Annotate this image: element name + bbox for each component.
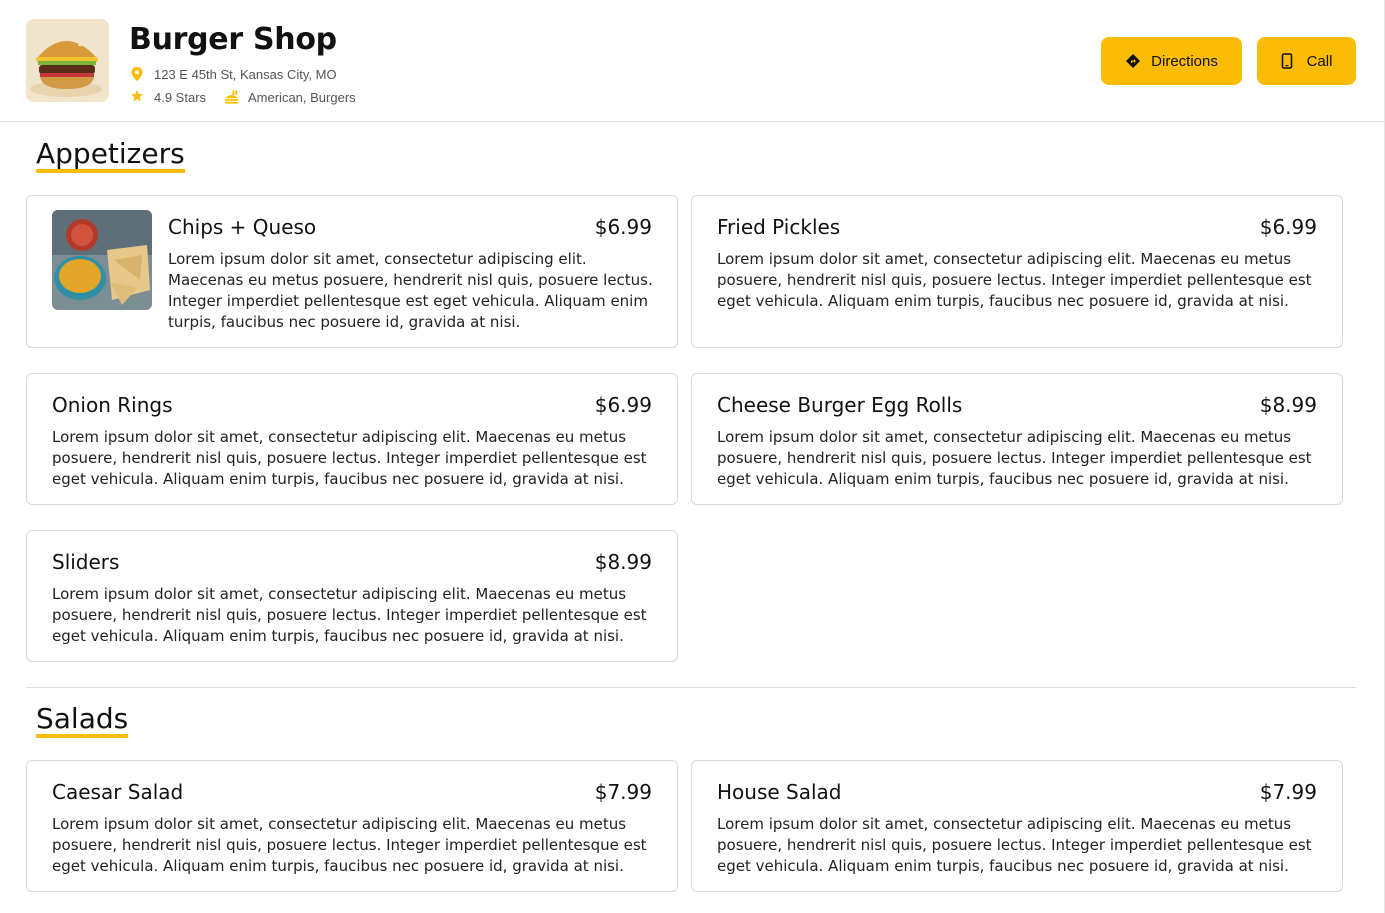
- shop-logo: [26, 19, 109, 102]
- shop-header: Burger Shop 123 E 45th St, Kansas City, …: [0, 0, 1385, 122]
- item-price: $8.99: [1259, 393, 1317, 417]
- shop-address: 123 E 45th St, Kansas City, MO: [130, 66, 337, 82]
- call-label: Call: [1306, 52, 1333, 70]
- food-icon: [224, 89, 240, 105]
- item-name: Fried Pickles: [717, 215, 841, 239]
- item-description: Lorem ipsum dolor sit amet, consectetur …: [52, 585, 647, 645]
- map-pin-icon: [130, 66, 146, 82]
- shop-rating: 4.9 Stars: [130, 89, 206, 105]
- item-description: Lorem ipsum dolor sit amet, consectetur …: [717, 428, 1312, 488]
- item-price: $7.99: [1259, 780, 1317, 804]
- item-name: Onion Rings: [52, 393, 173, 417]
- item-price: $8.99: [594, 550, 652, 574]
- chips-queso-image: [52, 210, 152, 310]
- shop-name: Burger Shop: [129, 22, 337, 57]
- menu-item-card[interactable]: Sliders $8.99 Lorem ipsum dolor sit amet…: [26, 530, 678, 662]
- menu-item-card[interactable]: Cheese Burger Egg Rolls $8.99 Lorem ipsu…: [691, 373, 1343, 505]
- section-title-appetizers: Appetizers: [36, 137, 185, 173]
- item-name: House Salad: [717, 780, 842, 804]
- address-text: 123 E 45th St, Kansas City, MO: [154, 66, 337, 82]
- item-description: Lorem ipsum dolor sit amet, consectetur …: [717, 250, 1312, 310]
- item-description: Lorem ipsum dolor sit amet, consectetur …: [52, 428, 647, 488]
- menu-item-card[interactable]: Fried Pickles $6.99 Lorem ipsum dolor si…: [691, 195, 1343, 348]
- item-name: Sliders: [52, 550, 120, 574]
- item-description: Lorem ipsum dolor sit amet, consectetur …: [168, 250, 653, 331]
- star-icon: [130, 89, 146, 105]
- rating-text: 4.9 Stars: [154, 89, 207, 105]
- menu-item-card[interactable]: Chips + Queso $6.99 Lorem ipsum dolor si…: [26, 195, 678, 348]
- item-name: Chips + Queso: [168, 215, 317, 239]
- directions-label: Directions: [1151, 52, 1218, 70]
- menu-item-card[interactable]: House Salad $7.99 Lorem ipsum dolor sit …: [691, 760, 1343, 892]
- item-name: Caesar Salad: [52, 780, 184, 804]
- shop-cuisine: American, Burgers: [224, 89, 356, 105]
- item-description: Lorem ipsum dolor sit amet, consectetur …: [52, 815, 647, 875]
- call-button[interactable]: Call: [1257, 37, 1356, 85]
- burger-image: [26, 19, 109, 102]
- menu-item-card[interactable]: Caesar Salad $7.99 Lorem ipsum dolor sit…: [26, 760, 678, 892]
- directions-button[interactable]: Directions: [1101, 37, 1242, 85]
- item-price: $7.99: [594, 780, 652, 804]
- section-divider: [26, 687, 1356, 688]
- item-name: Cheese Burger Egg Rolls: [717, 393, 963, 417]
- item-price: $6.99: [594, 393, 652, 417]
- menu-item-card[interactable]: Onion Rings $6.99 Lorem ipsum dolor sit …: [26, 373, 678, 505]
- section-title-salads: Salads: [36, 702, 129, 738]
- cuisine-text: American, Burgers: [248, 89, 356, 105]
- item-price: $6.99: [594, 215, 652, 239]
- item-price: $6.99: [1259, 215, 1317, 239]
- directions-icon: [1125, 53, 1141, 69]
- phone-icon: [1281, 53, 1297, 69]
- item-description: Lorem ipsum dolor sit amet, consectetur …: [717, 815, 1312, 875]
